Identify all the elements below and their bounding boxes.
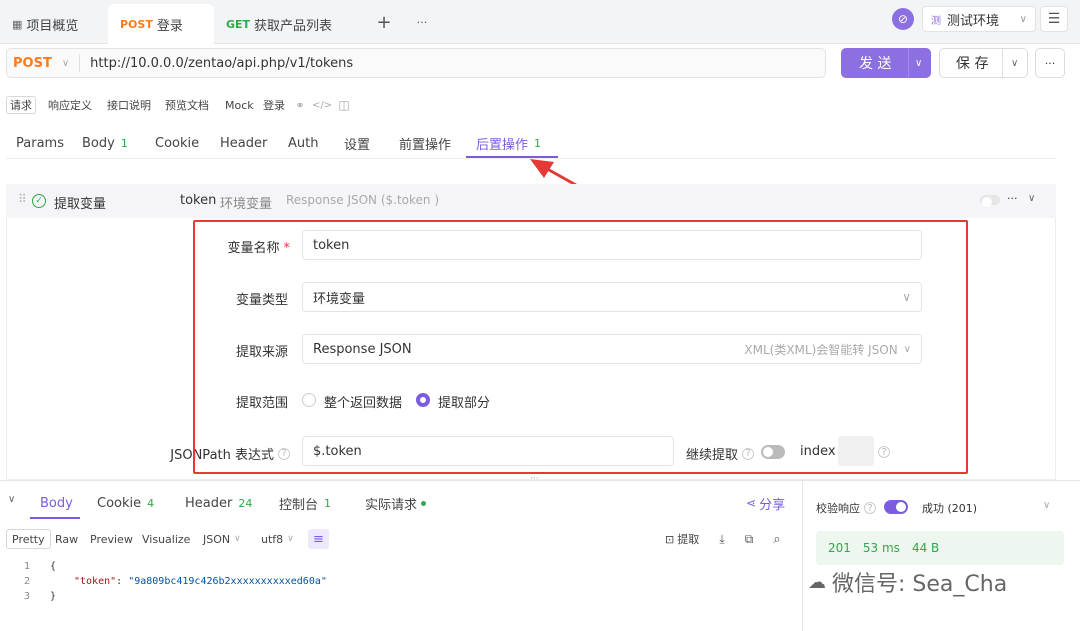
url-input[interactable]: http://10.0.0.0/zentao/api.php/v1/tokens — [90, 56, 353, 71]
code-icon[interactable]: </> — [312, 97, 332, 113]
method-badge: POST — [120, 17, 153, 31]
summary-source: Response JSON ($.token ) — [286, 193, 440, 207]
share-icon: ⋖ — [746, 496, 757, 510]
download-icon[interactable]: ⤓ — [714, 531, 730, 547]
response-tab-actual-request[interactable]: 实际请求 — [365, 494, 427, 513]
format-raw[interactable]: Raw — [50, 529, 83, 549]
validate-label: 校验响应? — [816, 500, 876, 516]
stats-box: 201 53 ms 44 B — [816, 531, 1064, 565]
response-tab-console[interactable]: 控制台 1 — [279, 494, 331, 513]
search-icon[interactable]: ⌕ — [769, 531, 785, 547]
menu-icon[interactable]: ☰ — [1040, 6, 1068, 32]
tab-label: 登录 — [156, 18, 183, 34]
format-visualize[interactable]: Visualize — [137, 529, 195, 549]
link-icon[interactable]: ⚭ — [292, 97, 308, 113]
environment-label: 测试环境 — [947, 13, 1000, 29]
code-line: 3 } — [23, 591, 57, 602]
tab-pre-actions[interactable]: 前置操作 — [399, 132, 451, 154]
check-circle-icon[interactable]: ✓ — [32, 194, 46, 208]
wechat-icon: ☁ — [808, 571, 826, 593]
drag-handle-icon[interactable]: ⠿ — [18, 192, 27, 206]
layout-icon[interactable]: ◫ — [336, 97, 352, 113]
chevron-down-icon[interactable]: ∨ — [1043, 500, 1050, 511]
send-label: 发 送 — [859, 56, 892, 72]
summary-name: token — [180, 193, 217, 208]
response-tab-cookie[interactable]: Cookie 4 — [97, 494, 154, 512]
validate-toggle[interactable] — [884, 500, 908, 514]
chevron-down-icon: ∨ — [61, 57, 70, 69]
watermark: ☁ 微信号: Sea_Cha — [808, 571, 1008, 598]
format-pretty[interactable]: Pretty — [6, 529, 51, 549]
chevron-down-icon[interactable]: ∨ — [8, 494, 15, 505]
summary-type: 环境变量 — [220, 197, 273, 212]
mini-tab-api-doc[interactable]: 接口说明 — [104, 96, 154, 114]
status-text: 成功 (201) — [922, 502, 978, 515]
resize-handle[interactable]: ··· — [530, 474, 539, 484]
highlight-box — [193, 220, 968, 474]
wrap-lines-icon[interactable]: ≡ — [308, 529, 329, 549]
save-button[interactable]: 保 存 ∨ — [939, 48, 1028, 78]
format-preview[interactable]: Preview — [85, 529, 138, 549]
tab-body[interactable]: Body 1 — [82, 132, 128, 154]
mini-tab-request[interactable]: 请求 — [6, 96, 36, 114]
code-line: 1 { — [23, 561, 57, 572]
sync-icon[interactable]: ⊘ — [892, 8, 914, 30]
tab-project-overview[interactable]: ▦ 项目概览 — [0, 4, 90, 44]
response-tab-body[interactable]: Body — [40, 494, 73, 512]
extract-variable-header[interactable] — [6, 184, 1056, 218]
mini-tab-preview-doc[interactable]: 预览文档 — [162, 96, 212, 114]
chevron-down-icon[interactable]: ∨ — [915, 58, 922, 69]
chevron-down-icon[interactable]: ∨ — [1011, 58, 1018, 69]
tab-params[interactable]: Params — [16, 132, 64, 154]
environment-select[interactable]: 测 测试环境 ∨ — [922, 6, 1036, 32]
tab-auth[interactable]: Auth — [288, 132, 318, 154]
tab-product-list[interactable]: GET 获取产品列表 — [214, 4, 344, 44]
enable-toggle[interactable] — [980, 195, 1000, 207]
mini-tab-response-def[interactable]: 响应定义 — [45, 96, 95, 114]
tab-label: 项目概览 — [26, 18, 79, 34]
code-line: 2 "token" : "9a809bc419c426b2xxxxxxxxxxe… — [23, 576, 327, 587]
method-select[interactable]: POST — [13, 56, 52, 71]
extract-button[interactable]: ⊡ 提取 — [660, 529, 704, 549]
active-tab-indicator — [30, 517, 80, 519]
save-label: 保 存 — [956, 56, 989, 72]
send-button[interactable]: 发 送 ∨ — [841, 48, 931, 78]
extract-icon: ⊡ — [665, 532, 675, 546]
tab-header[interactable]: Header — [220, 132, 267, 154]
response-tab-header[interactable]: Header 24 — [185, 494, 252, 512]
status-dot — [421, 500, 427, 506]
env-badge: 测 — [931, 15, 941, 27]
help-icon: ? — [864, 502, 876, 514]
extract-title: 提取变量 — [54, 197, 107, 212]
chevron-down-icon[interactable]: ∨ — [1028, 193, 1035, 204]
more-options-button[interactable]: ··· — [1035, 48, 1065, 78]
grid-icon: ▦ — [12, 17, 23, 31]
share-button[interactable]: ⋖ 分享 — [746, 494, 785, 513]
method-badge: GET — [226, 17, 251, 31]
copy-icon[interactable]: ⧉ — [741, 531, 757, 547]
api-name: 登录 — [263, 99, 285, 112]
tab-cookie[interactable]: Cookie — [155, 132, 199, 154]
chevron-down-icon: ∨ — [1019, 13, 1027, 25]
format-encoding-select[interactable]: utf8 ∨ — [256, 529, 299, 549]
add-tab-button[interactable]: + — [372, 10, 396, 34]
more-tabs-button[interactable]: ··· — [410, 10, 434, 34]
url-bar: POST ∨ http://10.0.0.0/zentao/api.php/v1… — [6, 48, 826, 78]
tab-label: 获取产品列表 — [254, 18, 333, 34]
tab-settings[interactable]: 设置 — [344, 132, 370, 154]
mini-tab-mock[interactable]: Mock — [222, 96, 257, 114]
code-viewer[interactable]: 1 { 2 "token" : "9a809bc419c426b2xxxxxxx… — [0, 559, 800, 604]
tab-login[interactable]: POST 登录 — [108, 4, 214, 44]
format-json-select[interactable]: JSON ∨ — [198, 529, 246, 549]
chevron-down-icon: ∨ — [287, 534, 294, 544]
chevron-down-icon: ∨ — [234, 534, 241, 544]
more-icon[interactable]: ··· — [1007, 192, 1018, 205]
